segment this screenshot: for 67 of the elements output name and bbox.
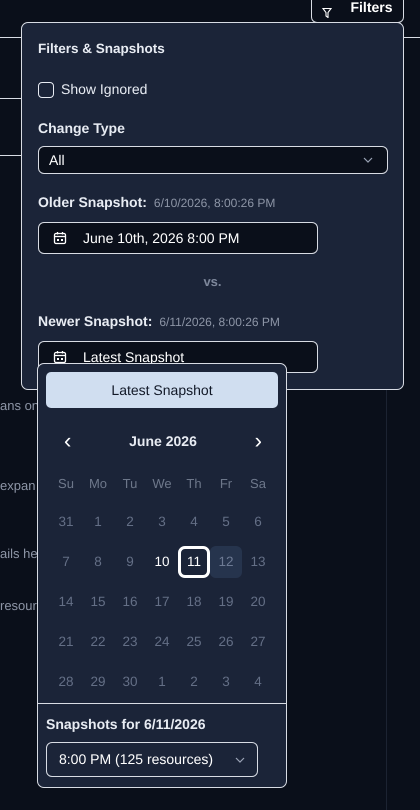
background-text: resour — [0, 597, 37, 615]
calendar-day[interactable]: 14 — [50, 586, 82, 618]
separator-text: vs. — [203, 272, 222, 291]
field-label: Change Type — [38, 119, 126, 138]
calendar-day[interactable]: 1 — [82, 506, 114, 538]
calendar-day[interactable]: 23 — [114, 626, 146, 658]
calendar-day[interactable]: 2 — [114, 506, 146, 538]
weekday-label: Tu — [122, 475, 138, 493]
calendar-day[interactable]: 19 — [210, 586, 242, 618]
weekday-label: Fr — [218, 475, 234, 493]
panel-title: Filters & Snapshots — [38, 40, 166, 58]
calendar-day[interactable]: 25 — [178, 626, 210, 658]
calendar-day[interactable]: 5 — [210, 506, 242, 538]
next-month-button[interactable]: › — [246, 430, 270, 452]
snapshot-timestamp: 6/10/2026, 8:00:26 PM — [154, 195, 276, 212]
checkbox[interactable] — [38, 82, 54, 98]
snapshot-timestamp: 6/11/2026, 8:00:26 PM — [159, 314, 280, 332]
latest-snapshot-button[interactable]: Latest Snapshot — [46, 372, 278, 408]
calendar-day[interactable]: 12 — [210, 546, 242, 578]
calendar-day[interactable]: 24 — [146, 626, 178, 658]
background-text: ails he — [0, 545, 38, 563]
calendar-icon — [53, 231, 67, 246]
calendar-day[interactable]: 31 — [50, 506, 82, 538]
calendar-day[interactable]: 3 — [210, 666, 242, 698]
calendar-day[interactable]: 20 — [242, 586, 274, 618]
calendar-day[interactable]: 15 — [82, 586, 114, 618]
calendar-day[interactable]: 22 — [82, 626, 114, 658]
month-title: June 2026 — [129, 432, 197, 450]
calendar-day[interactable]: 26 — [210, 626, 242, 658]
chevron-down-icon — [235, 756, 245, 762]
calendar-day[interactable]: 30 — [114, 666, 146, 698]
weekday-label: Mo — [88, 475, 108, 493]
chevron-down-icon — [363, 157, 373, 164]
change-type-select[interactable]: All — [38, 146, 388, 174]
calendar-day[interactable]: 18 — [178, 586, 210, 618]
calendar-day[interactable]: 27 — [242, 626, 274, 658]
calendar-day[interactable]: 21 — [50, 626, 82, 658]
calendar-day[interactable]: 6 — [242, 506, 274, 538]
calendar-day[interactable]: 28 — [50, 666, 82, 698]
calendar-day[interactable]: 7 — [50, 546, 82, 578]
snapshots-label: Snapshots for 6/11/2026 — [46, 715, 207, 734]
calendar-day[interactable]: 3 — [146, 506, 178, 538]
weekday-label: Su — [57, 475, 75, 493]
weekday-label: Sa — [249, 475, 267, 493]
calendar-day[interactable]: 10 — [146, 546, 178, 578]
field-label: Older Snapshot: — [38, 193, 147, 212]
calendar-day[interactable]: 4 — [178, 506, 210, 538]
calendar-day[interactable]: 8 — [82, 546, 114, 578]
funnel-icon — [322, 8, 332, 18]
calendar-day[interactable]: 4 — [242, 666, 274, 698]
calendar-day[interactable]: 13 — [242, 546, 274, 578]
weekday-label: Th — [185, 475, 203, 493]
snapshot-select[interactable]: 8:00 PM (125 resources) — [46, 742, 258, 777]
calendar-day[interactable]: 29 — [82, 666, 114, 698]
background-text: expan — [0, 477, 36, 495]
calendar-day[interactable]: 17 — [146, 586, 178, 618]
calendar-day[interactable]: 16 — [114, 586, 146, 618]
date-picker-button[interactable]: June 10th, 2026 8:00 PM — [38, 222, 318, 254]
filters-button[interactable]: Filters — [311, 0, 404, 23]
previous-month-button[interactable]: ‹ — [56, 430, 80, 452]
calendar-day[interactable]: 9 — [114, 546, 146, 578]
weekday-label: We — [151, 475, 173, 493]
calendar-day[interactable]: 1 — [146, 666, 178, 698]
checkbox-label[interactable]: Show Ignored — [61, 79, 148, 100]
calendar-day[interactable]: 2 — [178, 666, 210, 698]
calendar-icon — [53, 350, 67, 364]
field-label: Newer Snapshot: — [38, 312, 152, 332]
